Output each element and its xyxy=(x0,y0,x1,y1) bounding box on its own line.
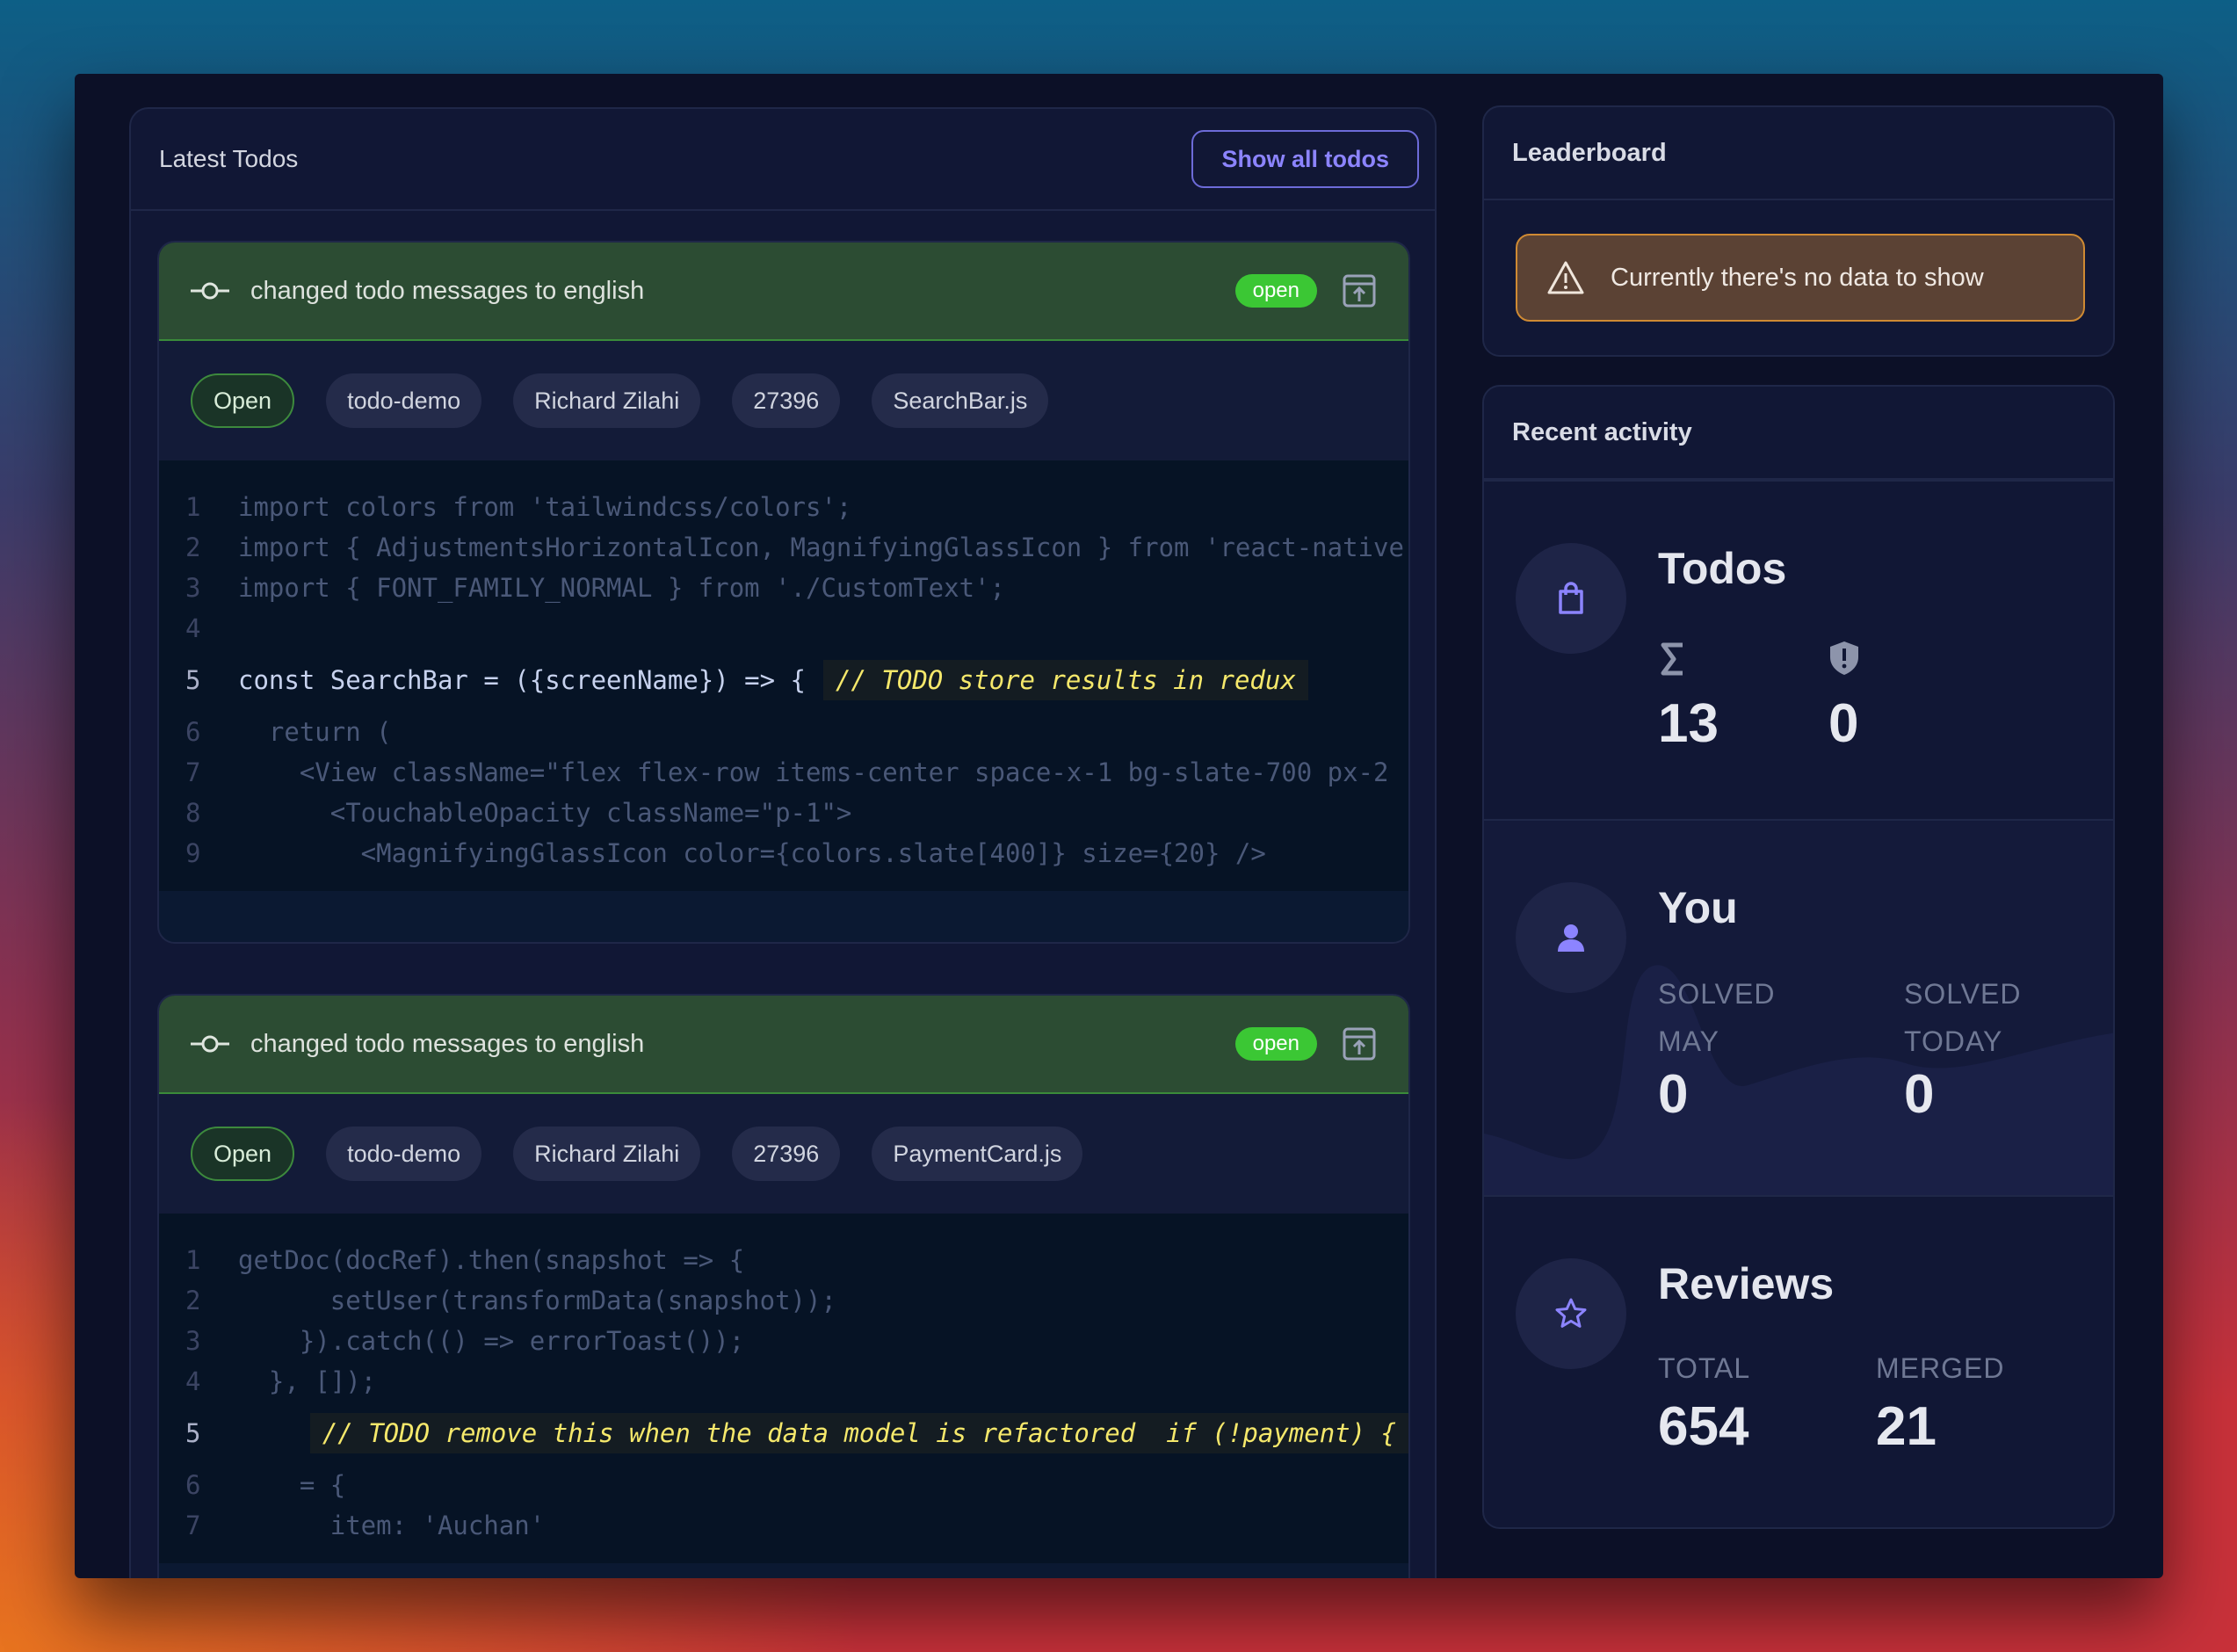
repo-chip: todo-demo xyxy=(326,373,482,428)
code-line: 6 = { xyxy=(185,1470,346,1500)
shopping-bag-icon xyxy=(1559,582,1583,614)
app-window: Latest Todos Show all todos changed todo… xyxy=(75,74,2163,1578)
leaderboard-panel: Leaderboard Currently there's no data to… xyxy=(1482,105,2115,357)
todos-badge xyxy=(1516,543,1626,654)
code-snippet: 1 getDoc(docRef).then(snapshot => { 2 set… xyxy=(159,1214,1408,1563)
recent-activity-title: Recent activity xyxy=(1484,387,2113,480)
solved-month-label: SOLVED MAY xyxy=(1658,978,1776,1057)
code-snippet: 1 import colors from 'tailwindcss/colors'… xyxy=(159,460,1408,891)
status-badge: open xyxy=(1234,274,1317,308)
recent-activity-panel: Recent activity Todos 13 0 You SOLVED MA… xyxy=(1482,385,2115,1529)
todos-blocked-value: 0 xyxy=(1828,693,1859,754)
solved-today-label: SOLVED TODAY xyxy=(1904,978,2022,1057)
alert-text: Currently there's no data to show xyxy=(1611,263,1984,292)
solved-today-value: 0 xyxy=(1904,1064,1935,1125)
commit-icon xyxy=(191,1035,229,1053)
code-line: 4 xyxy=(185,613,201,643)
star-icon xyxy=(1555,1298,1587,1328)
sigma-icon xyxy=(1661,642,1683,676)
status-chip: Open xyxy=(191,373,295,428)
commit-icon xyxy=(191,282,229,300)
todo-meta-row: Open todo-demo Richard Zilahi 27396 Paym… xyxy=(159,1094,1408,1214)
code-line: 2 setUser(transformData(snapshot)); xyxy=(185,1286,836,1315)
author-chip: Richard Zilahi xyxy=(513,1127,701,1181)
author-chip: Richard Zilahi xyxy=(513,373,701,428)
code-line: 9 <MagnifyingGlassIcon color={colors.sla… xyxy=(185,838,1266,868)
reviews-stats-section: Reviews TOTAL MERGED 654 21 xyxy=(1484,1195,2113,1527)
user-icon xyxy=(1558,924,1584,952)
code-line: 2 import { AdjustmentsHorizontalIcon, Mag… xyxy=(185,533,1404,562)
file-chip: PaymentCard.js xyxy=(872,1127,1083,1181)
leaderboard-title: Leaderboard xyxy=(1484,107,2113,200)
todo-card-title: changed todo messages to english xyxy=(250,276,645,305)
no-data-alert: Currently there's no data to show xyxy=(1516,234,2085,322)
status-badge: open xyxy=(1234,1027,1317,1061)
status-chip: Open xyxy=(191,1127,295,1181)
you-stats-section: You SOLVED MAY SOLVED TODAY 0 0 xyxy=(1484,819,2113,1195)
id-chip: 27396 xyxy=(732,1127,841,1181)
solved-month-value: 0 xyxy=(1658,1064,1689,1125)
todo-card-header[interactable]: changed todo messages to english open xyxy=(159,996,1408,1094)
reviews-merged-value: 21 xyxy=(1876,1396,1937,1457)
reviews-merged-label: MERGED xyxy=(1876,1352,2005,1384)
code-line: 4 }, []); xyxy=(185,1366,377,1396)
todos-stats-section: Todos 13 0 xyxy=(1484,480,2113,819)
code-line: 3 import { FONT_FAMILY_NORMAL } from './C… xyxy=(185,573,1005,603)
reviews-section-title: Reviews xyxy=(1658,1259,1835,1308)
shield-icon xyxy=(1830,641,1858,675)
reviews-total-value: 654 xyxy=(1658,1396,1749,1457)
todo-meta-row: Open todo-demo Richard Zilahi 27396 Sear… xyxy=(159,341,1408,460)
repo-chip: todo-demo xyxy=(326,1127,482,1181)
show-all-todos-button[interactable]: Show all todos xyxy=(1191,130,1419,188)
you-section-title: You xyxy=(1658,883,1738,932)
reviews-badge xyxy=(1516,1258,1626,1369)
todo-card-title: changed todo messages to english xyxy=(250,1029,645,1058)
code-line-highlighted: 5 // TODO remove this when the data mode… xyxy=(159,1402,1408,1465)
code-line-highlighted: 5 const SearchBar = ({screenName}) => {//… xyxy=(159,648,1408,712)
code-line: 3 }).catch(() => errorToast()); xyxy=(185,1326,745,1356)
latest-todos-title: Latest Todos xyxy=(159,145,299,172)
todos-total-value: 13 xyxy=(1658,693,1719,754)
code-line: 1 import colors from 'tailwindcss/colors'… xyxy=(185,492,852,522)
code-line: 1 getDoc(docRef).then(snapshot => { xyxy=(185,1245,745,1275)
code-line: 7 item: 'Auchan' xyxy=(185,1511,546,1540)
latest-todos-panel: Latest Todos Show all todos changed todo… xyxy=(129,107,1437,1578)
code-line: 8 <TouchableOpacity className="p-1"> xyxy=(185,798,852,828)
todo-comment: // TODO remove this when the data model … xyxy=(309,1413,1408,1453)
todo-card[interactable]: changed todo messages to english open Op… xyxy=(157,241,1410,944)
id-chip: 27396 xyxy=(732,373,841,428)
file-chip: SearchBar.js xyxy=(872,373,1049,428)
open-external-icon[interactable] xyxy=(1342,1026,1377,1061)
todos-section-title: Todos xyxy=(1658,544,1787,593)
code-line: 7 <View className="flex flex-row items-c… xyxy=(185,757,1389,787)
you-badge xyxy=(1516,882,1626,993)
reviews-total-label: TOTAL xyxy=(1658,1352,1751,1384)
todo-card[interactable]: changed todo messages to english open Op… xyxy=(157,994,1410,1578)
warning-icon xyxy=(1547,261,1584,294)
todo-card-header[interactable]: changed todo messages to english open xyxy=(159,243,1408,341)
todo-comment: // TODO store results in redux xyxy=(823,660,1308,700)
open-external-icon[interactable] xyxy=(1342,273,1377,308)
code-line: 6 return ( xyxy=(185,717,392,747)
latest-todos-header: Latest Todos Show all todos xyxy=(131,109,1435,211)
